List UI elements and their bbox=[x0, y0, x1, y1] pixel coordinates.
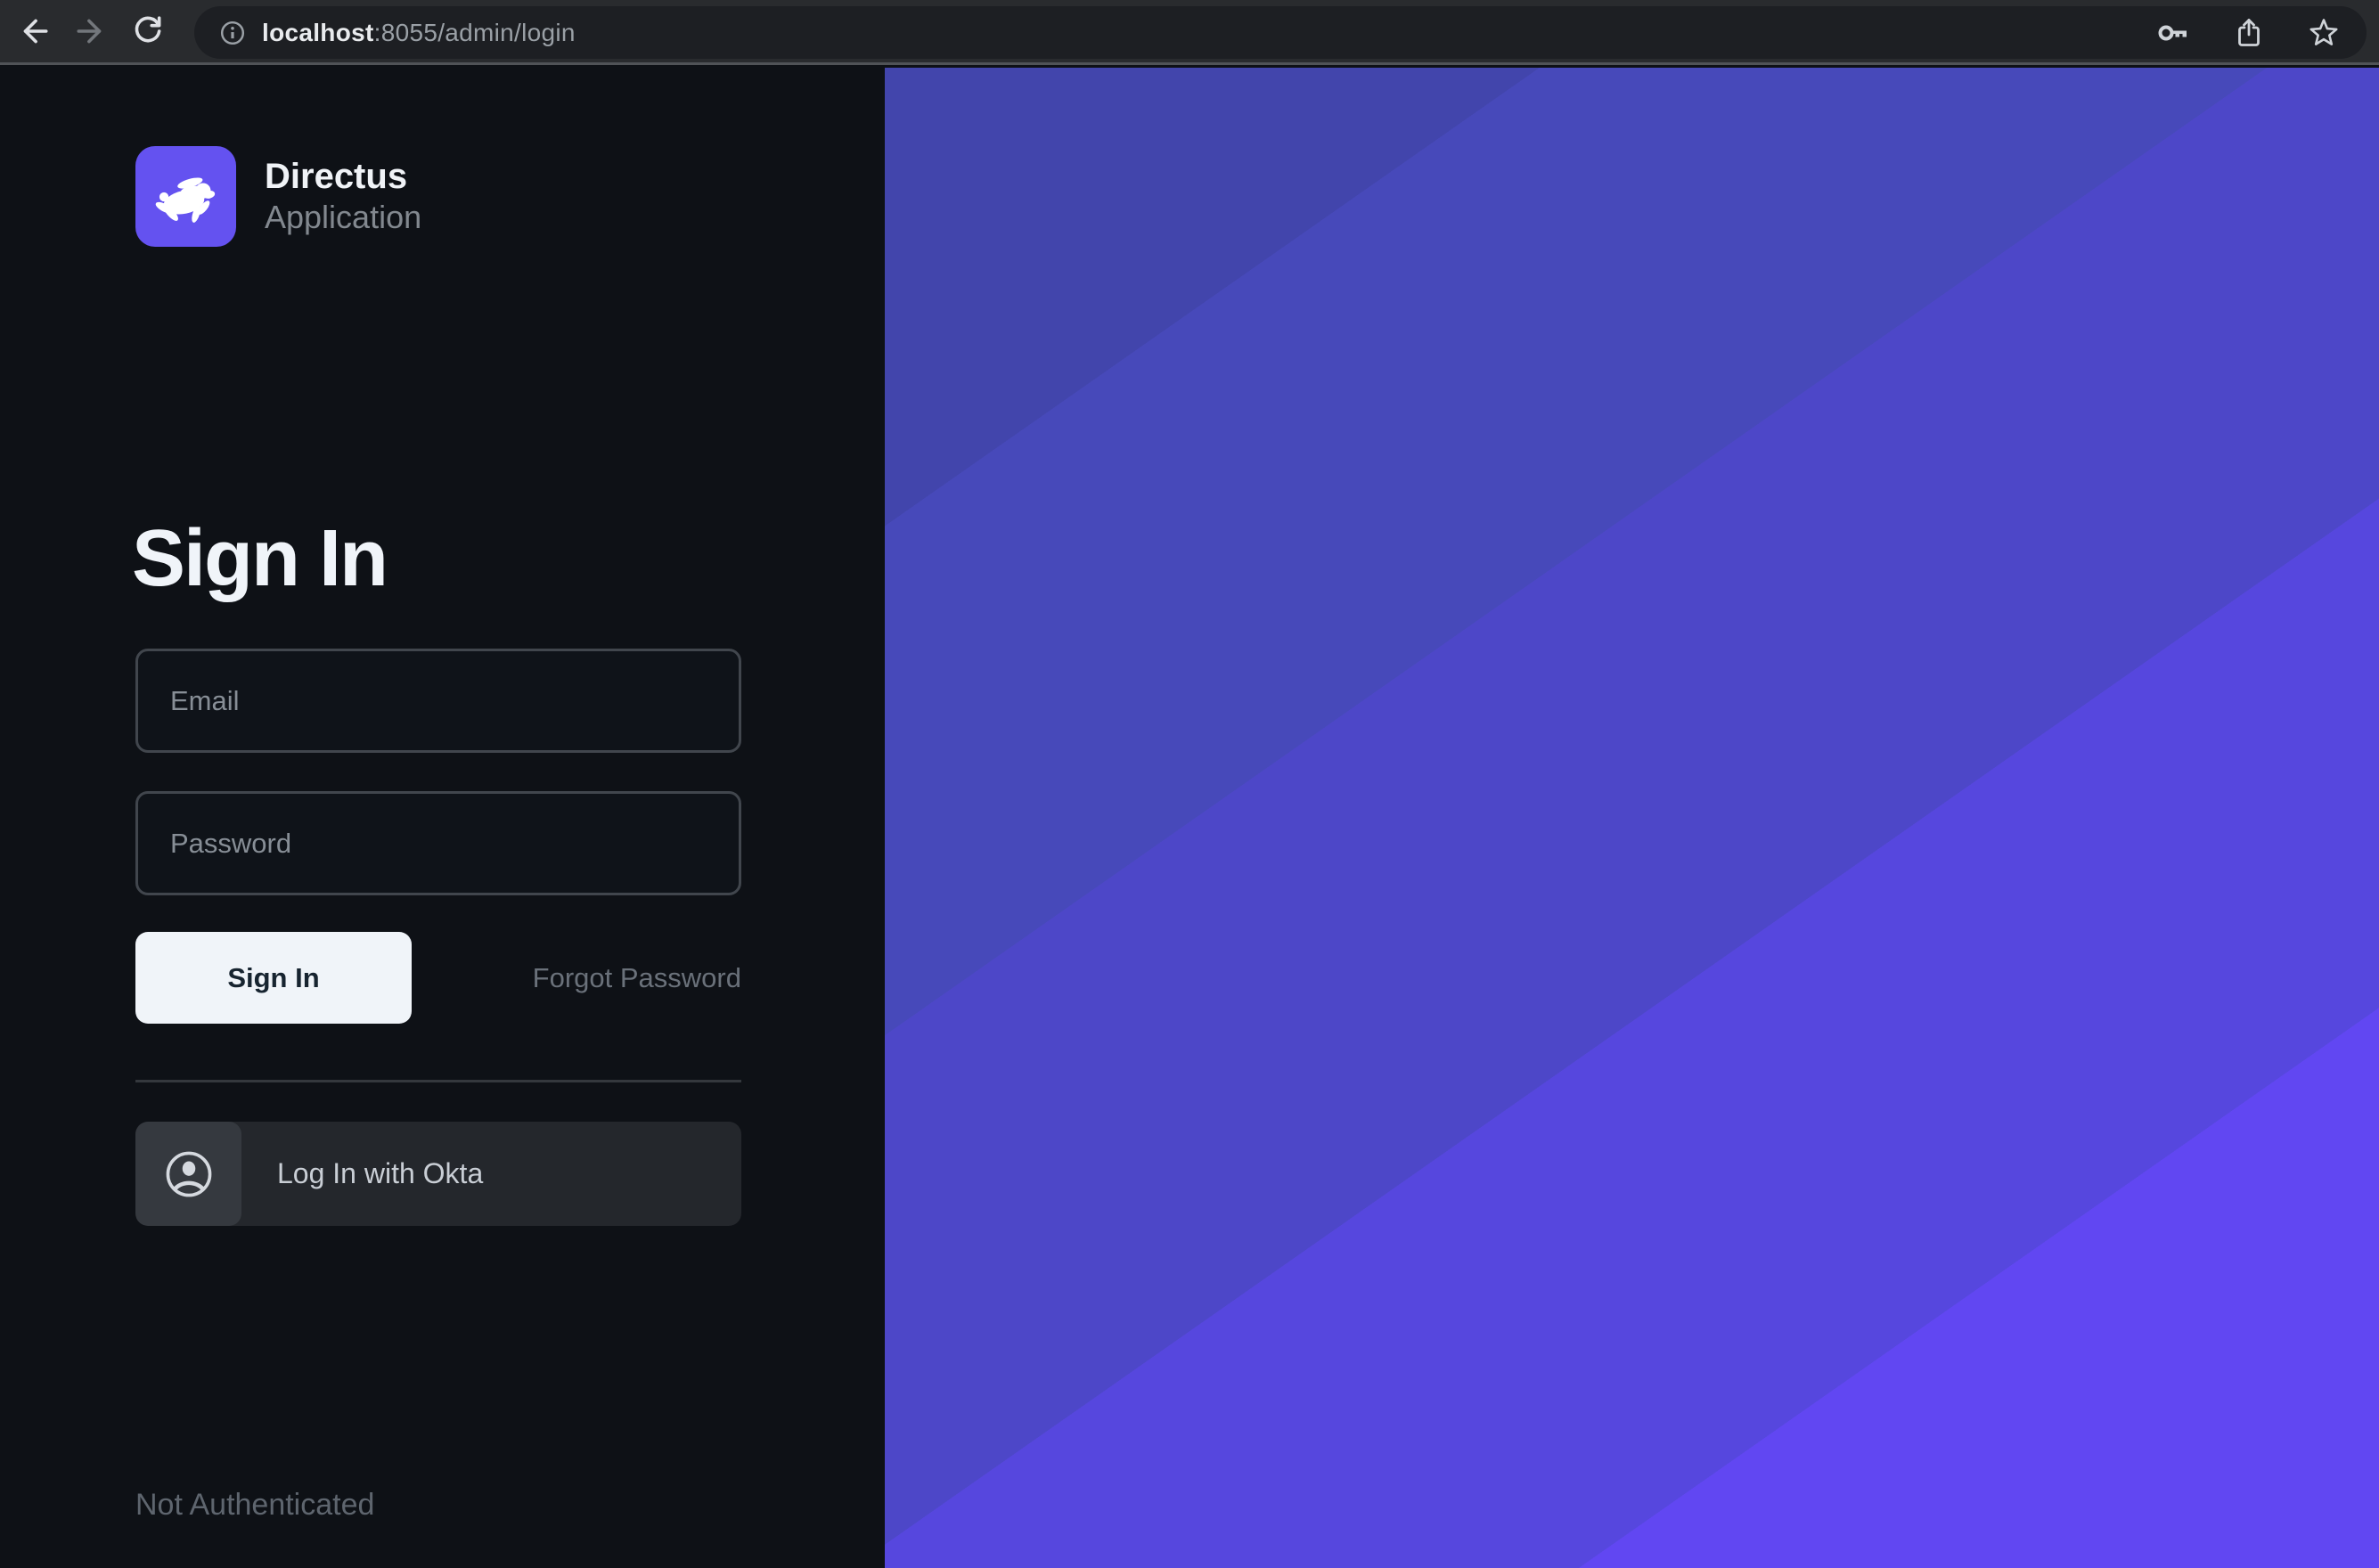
share-icon bbox=[2233, 17, 2265, 49]
divider bbox=[135, 1080, 741, 1082]
page-title: Sign In bbox=[132, 513, 387, 605]
background-art bbox=[885, 68, 2379, 1568]
login-panel: Directus Application Sign In Sign In For… bbox=[0, 68, 885, 1568]
bookmark-star-icon bbox=[2308, 17, 2340, 49]
status-text: Not Authenticated bbox=[135, 1488, 374, 1523]
url-text: localhost:8055/admin/login bbox=[262, 19, 576, 47]
directus-rabbit-icon bbox=[148, 159, 225, 235]
reload-button[interactable] bbox=[127, 10, 169, 53]
page-content: Directus Application Sign In Sign In For… bbox=[0, 68, 2379, 1568]
sign-in-button[interactable]: Sign In bbox=[135, 932, 412, 1024]
directus-logo bbox=[135, 146, 236, 247]
password-field[interactable] bbox=[135, 791, 741, 895]
okta-login-button[interactable]: Log In with Okta bbox=[135, 1122, 741, 1226]
forgot-password-link[interactable]: Forgot Password bbox=[533, 962, 741, 994]
okta-button-label: Log In with Okta bbox=[277, 1157, 483, 1190]
forward-button[interactable] bbox=[69, 10, 112, 53]
bookmark-button[interactable] bbox=[2304, 13, 2343, 53]
account-circle-icon bbox=[163, 1148, 215, 1200]
brand-subtitle: Application bbox=[265, 197, 421, 237]
brand-text: Directus Application bbox=[265, 156, 421, 237]
page-info-icon[interactable] bbox=[217, 18, 248, 48]
reload-icon bbox=[131, 14, 165, 48]
forward-arrow-icon bbox=[74, 14, 108, 48]
back-button[interactable] bbox=[12, 10, 55, 53]
email-field[interactable] bbox=[135, 649, 741, 753]
key-icon bbox=[2158, 17, 2190, 49]
back-arrow-icon bbox=[17, 14, 51, 48]
share-button[interactable] bbox=[2229, 13, 2269, 53]
nav-button-group bbox=[0, 10, 169, 53]
brand-block: Directus Application bbox=[135, 146, 421, 247]
browser-toolbar: localhost:8055/admin/login bbox=[0, 0, 2379, 65]
saved-passwords-button[interactable] bbox=[2154, 13, 2194, 53]
form-actions: Sign In Forgot Password bbox=[135, 932, 741, 1024]
brand-title: Directus bbox=[265, 156, 421, 197]
address-bar[interactable]: localhost:8055/admin/login bbox=[194, 6, 2367, 59]
okta-icon-box bbox=[135, 1122, 241, 1226]
